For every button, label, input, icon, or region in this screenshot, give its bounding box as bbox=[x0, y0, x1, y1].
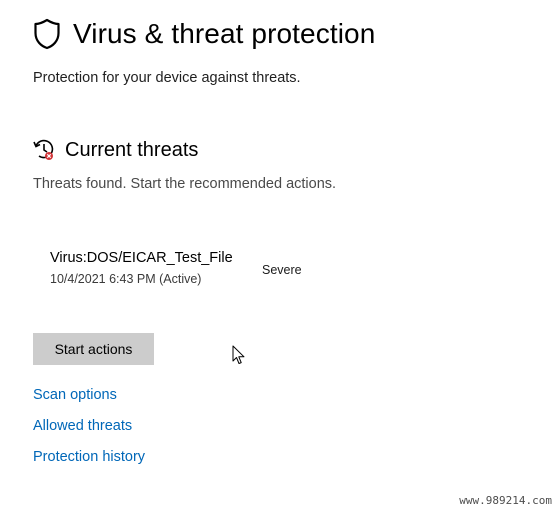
current-threats-description: Threats found. Start the recommended act… bbox=[33, 176, 337, 192]
threat-severity: Severe bbox=[262, 263, 302, 277]
page-subtitle: Protection for your device against threa… bbox=[33, 70, 301, 86]
page-header: Virus & threat protection bbox=[33, 18, 375, 50]
scan-options-link[interactable]: Scan options bbox=[33, 387, 117, 403]
shield-icon bbox=[33, 18, 61, 50]
virus-threat-protection-page: Virus & threat protection Protection for… bbox=[0, 0, 560, 511]
protection-history-link[interactable]: Protection history bbox=[33, 449, 145, 465]
threat-list-item[interactable]: Virus:DOS/EICAR_Test_File 10/4/2021 6:43… bbox=[50, 250, 350, 294]
allowed-threats-link[interactable]: Allowed threats bbox=[33, 418, 132, 434]
page-title: Virus & threat protection bbox=[73, 18, 376, 49]
watermark-text: www.989214.com bbox=[459, 494, 552, 507]
current-threats-title: Current threats bbox=[65, 138, 199, 161]
threat-clock-icon bbox=[33, 138, 55, 162]
current-threats-header: Current threats bbox=[33, 138, 198, 162]
start-actions-button[interactable]: Start actions bbox=[33, 333, 154, 365]
mouse-pointer-icon bbox=[232, 345, 246, 365]
threat-name: Virus:DOS/EICAR_Test_File bbox=[50, 250, 233, 266]
threat-timestamp: 10/4/2021 6:43 PM (Active) bbox=[50, 272, 202, 286]
